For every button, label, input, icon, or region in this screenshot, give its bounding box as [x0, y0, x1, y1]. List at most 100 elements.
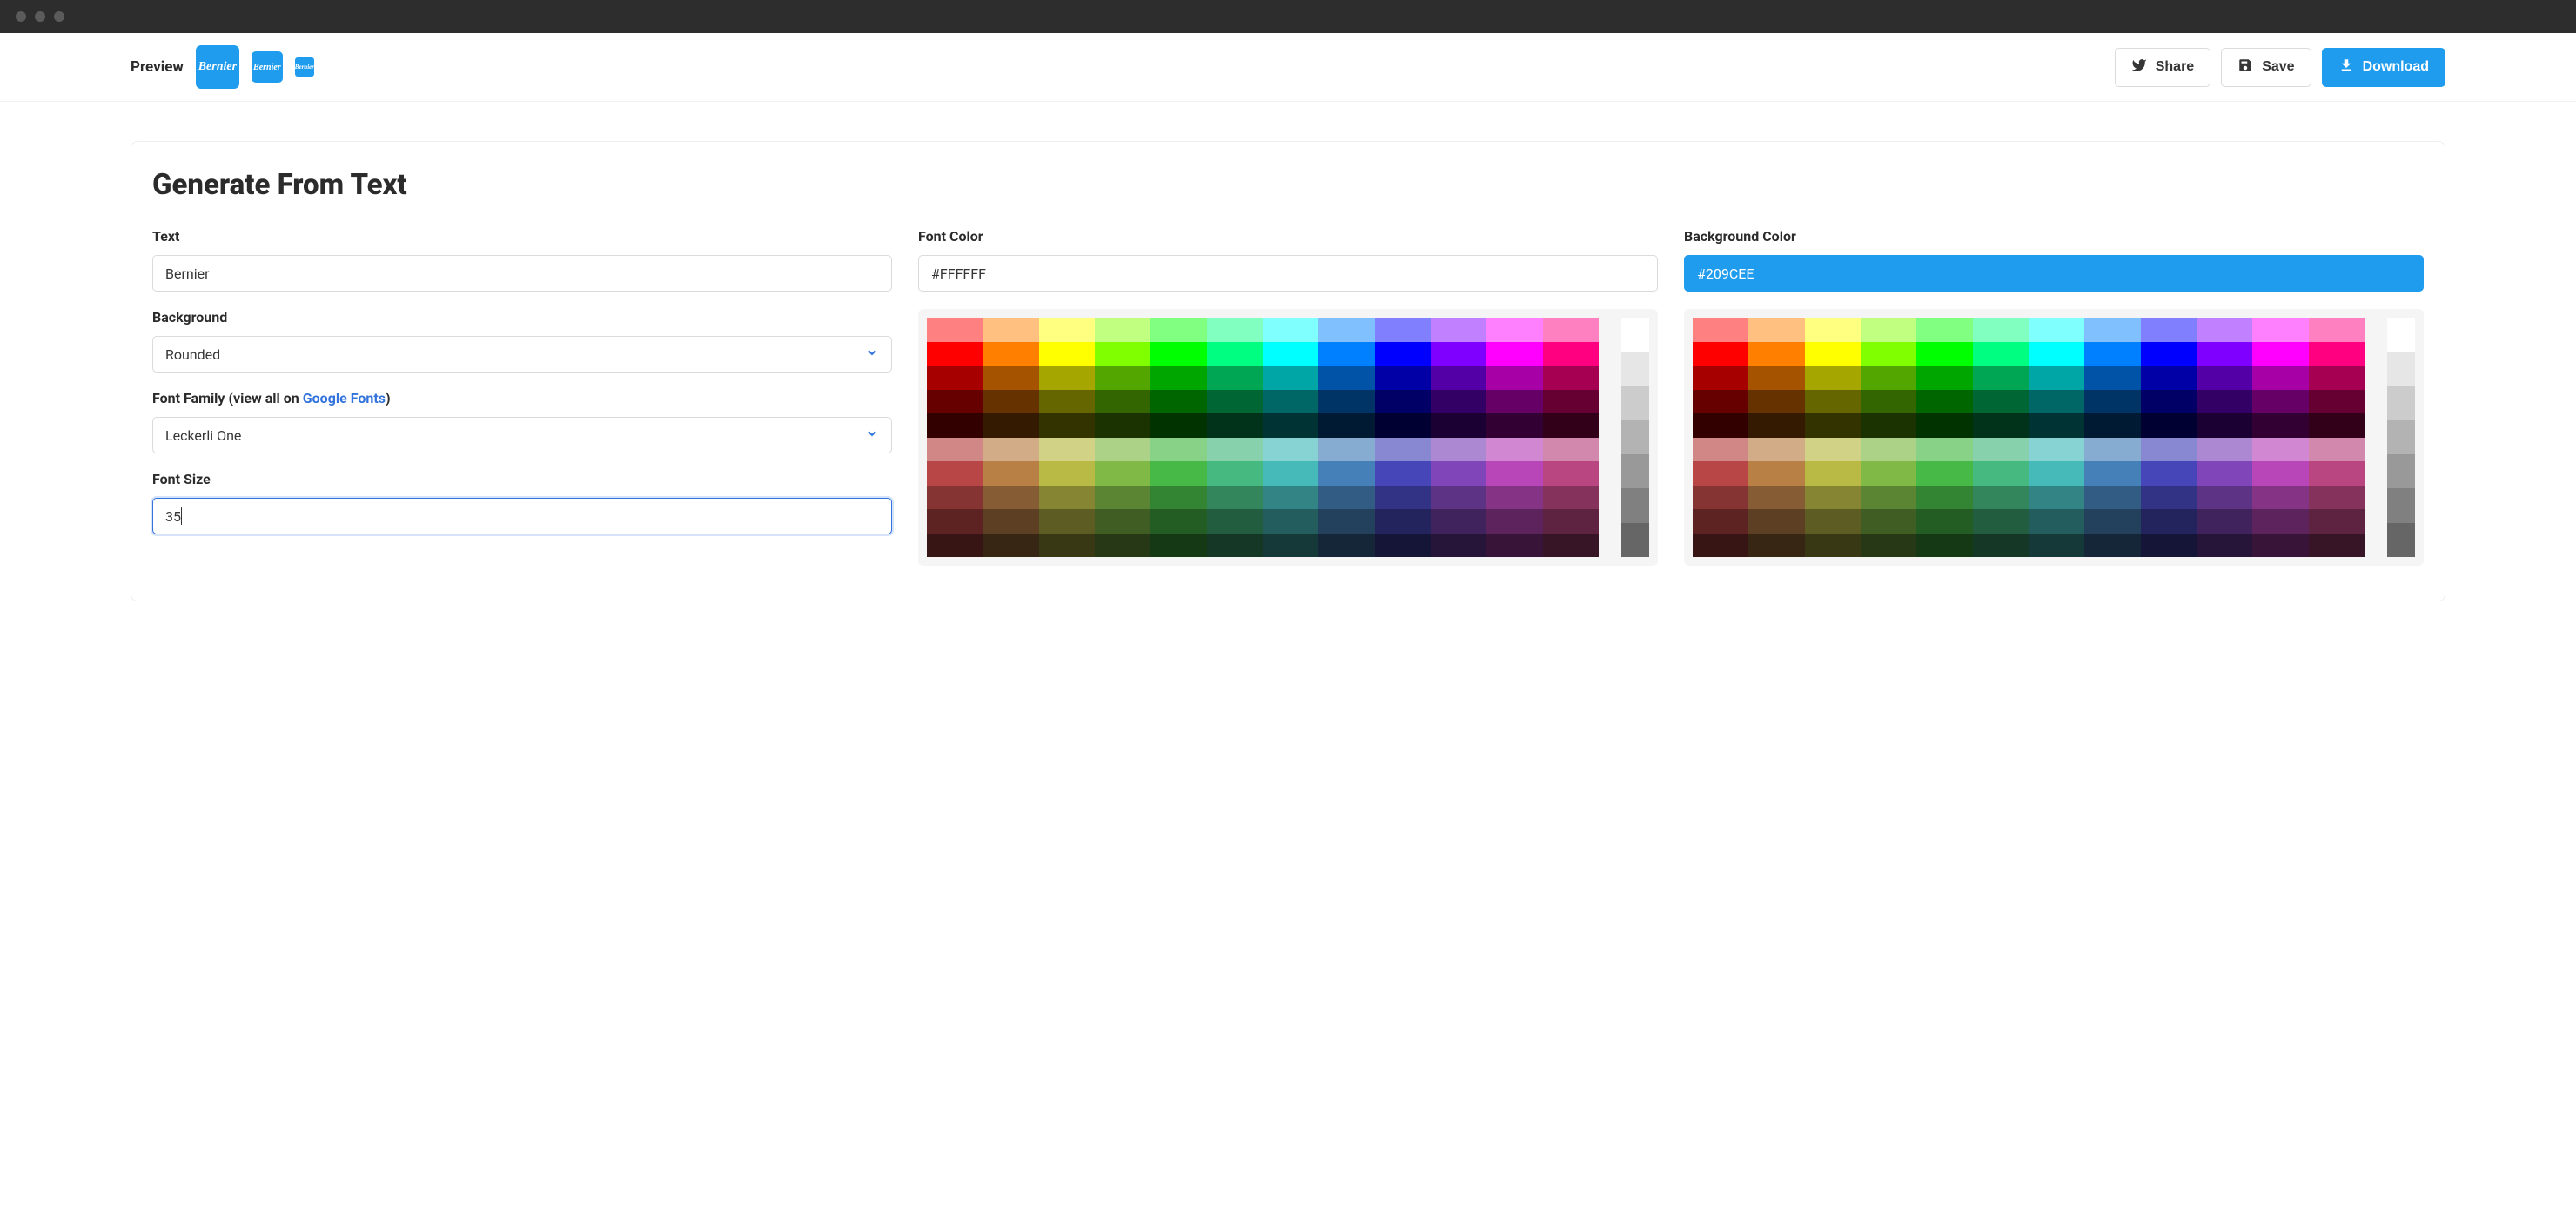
font-size-input[interactable]: 35 — [152, 498, 892, 534]
color-swatch[interactable] — [2141, 461, 2197, 486]
color-swatch[interactable] — [1748, 390, 1804, 414]
color-swatch[interactable] — [983, 486, 1038, 510]
color-swatch[interactable] — [1318, 438, 1374, 462]
color-swatch[interactable] — [1263, 390, 1318, 414]
color-swatch[interactable] — [2197, 366, 2252, 390]
gray-swatch[interactable] — [2387, 454, 2415, 488]
color-swatch[interactable] — [1973, 461, 2029, 486]
color-swatch[interactable] — [1486, 486, 1542, 510]
color-swatch[interactable] — [2141, 318, 2197, 342]
color-swatch[interactable] — [1431, 534, 1486, 558]
color-swatch[interactable] — [2141, 438, 2197, 462]
color-swatch[interactable] — [1973, 390, 2029, 414]
color-swatch[interactable] — [2309, 486, 2365, 510]
color-swatch[interactable] — [1748, 318, 1804, 342]
share-button[interactable]: Share — [2115, 48, 2210, 87]
preview-thumb-large[interactable]: Bernier — [196, 45, 239, 89]
color-swatch[interactable] — [1916, 342, 1972, 366]
color-swatch[interactable] — [2252, 413, 2308, 438]
color-swatch[interactable] — [1318, 342, 1374, 366]
color-swatch[interactable] — [1486, 366, 1542, 390]
color-swatch[interactable] — [1916, 413, 1972, 438]
color-swatch[interactable] — [1748, 509, 1804, 534]
color-swatch[interactable] — [927, 413, 983, 438]
color-swatch[interactable] — [1861, 318, 1916, 342]
color-swatch[interactable] — [1095, 486, 1150, 510]
color-swatch[interactable] — [1375, 366, 1431, 390]
color-swatch[interactable] — [983, 390, 1038, 414]
color-swatch[interactable] — [2084, 342, 2140, 366]
color-swatch[interactable] — [983, 318, 1038, 342]
color-swatch[interactable] — [1039, 413, 1095, 438]
color-swatch[interactable] — [1805, 318, 1861, 342]
color-swatch[interactable] — [2197, 318, 2252, 342]
color-swatch[interactable] — [1318, 318, 1374, 342]
background-select[interactable]: Rounded — [152, 336, 892, 373]
color-swatch[interactable] — [1039, 509, 1095, 534]
color-swatch[interactable] — [1543, 534, 1599, 558]
color-swatch[interactable] — [1543, 366, 1599, 390]
color-swatch[interactable] — [1375, 534, 1431, 558]
color-swatch[interactable] — [983, 342, 1038, 366]
color-swatch[interactable] — [927, 486, 983, 510]
color-swatch[interactable] — [1039, 318, 1095, 342]
color-swatch[interactable] — [1095, 413, 1150, 438]
color-swatch[interactable] — [2197, 461, 2252, 486]
color-swatch[interactable] — [2197, 390, 2252, 414]
color-swatch[interactable] — [1431, 342, 1486, 366]
color-swatch[interactable] — [1486, 318, 1542, 342]
gray-swatch[interactable] — [1621, 454, 1649, 488]
gray-swatch[interactable] — [1621, 352, 1649, 386]
color-swatch[interactable] — [2141, 390, 2197, 414]
color-swatch[interactable] — [1748, 413, 1804, 438]
color-swatch[interactable] — [2309, 366, 2365, 390]
color-swatch[interactable] — [2197, 509, 2252, 534]
color-swatch[interactable] — [1150, 318, 1206, 342]
color-swatch[interactable] — [1916, 438, 1972, 462]
color-swatch[interactable] — [1207, 509, 1263, 534]
color-swatch[interactable] — [1207, 413, 1263, 438]
color-swatch[interactable] — [1375, 390, 1431, 414]
color-swatch[interactable] — [1486, 413, 1542, 438]
color-grid[interactable] — [927, 318, 1599, 557]
gray-swatch[interactable] — [2387, 420, 2415, 454]
color-swatch[interactable] — [2029, 366, 2084, 390]
color-swatch[interactable] — [1150, 342, 1206, 366]
color-swatch[interactable] — [2141, 486, 2197, 510]
color-swatch[interactable] — [2252, 342, 2308, 366]
color-swatch[interactable] — [1748, 342, 1804, 366]
color-swatch[interactable] — [1375, 342, 1431, 366]
color-swatch[interactable] — [2309, 342, 2365, 366]
color-swatch[interactable] — [1095, 461, 1150, 486]
color-swatch[interactable] — [1805, 438, 1861, 462]
color-swatch[interactable] — [2084, 390, 2140, 414]
color-swatch[interactable] — [1095, 318, 1150, 342]
google-fonts-link[interactable]: Google Fonts — [303, 390, 386, 406]
color-swatch[interactable] — [2084, 461, 2140, 486]
gray-swatch[interactable] — [1621, 488, 1649, 522]
gray-swatch[interactable] — [2387, 488, 2415, 522]
color-swatch[interactable] — [1916, 390, 1972, 414]
color-swatch[interactable] — [1318, 534, 1374, 558]
color-swatch[interactable] — [2141, 534, 2197, 558]
color-swatch[interactable] — [1207, 366, 1263, 390]
color-swatch[interactable] — [1263, 461, 1318, 486]
color-swatch[interactable] — [1318, 390, 1374, 414]
color-swatch[interactable] — [1375, 413, 1431, 438]
color-swatch[interactable] — [1543, 438, 1599, 462]
color-swatch[interactable] — [1543, 342, 1599, 366]
color-swatch[interactable] — [2141, 413, 2197, 438]
color-swatch[interactable] — [1973, 318, 2029, 342]
color-swatch[interactable] — [1039, 366, 1095, 390]
color-swatch[interactable] — [1375, 461, 1431, 486]
bg-color-input[interactable]: #209CEE — [1684, 255, 2424, 292]
color-swatch[interactable] — [1095, 342, 1150, 366]
color-swatch[interactable] — [2084, 366, 2140, 390]
color-swatch[interactable] — [1748, 366, 1804, 390]
color-swatch[interactable] — [2309, 534, 2365, 558]
gray-swatch[interactable] — [1621, 386, 1649, 420]
color-swatch[interactable] — [1543, 413, 1599, 438]
color-swatch[interactable] — [1375, 318, 1431, 342]
color-swatch[interactable] — [1150, 438, 1206, 462]
gray-swatch[interactable] — [2387, 523, 2415, 557]
